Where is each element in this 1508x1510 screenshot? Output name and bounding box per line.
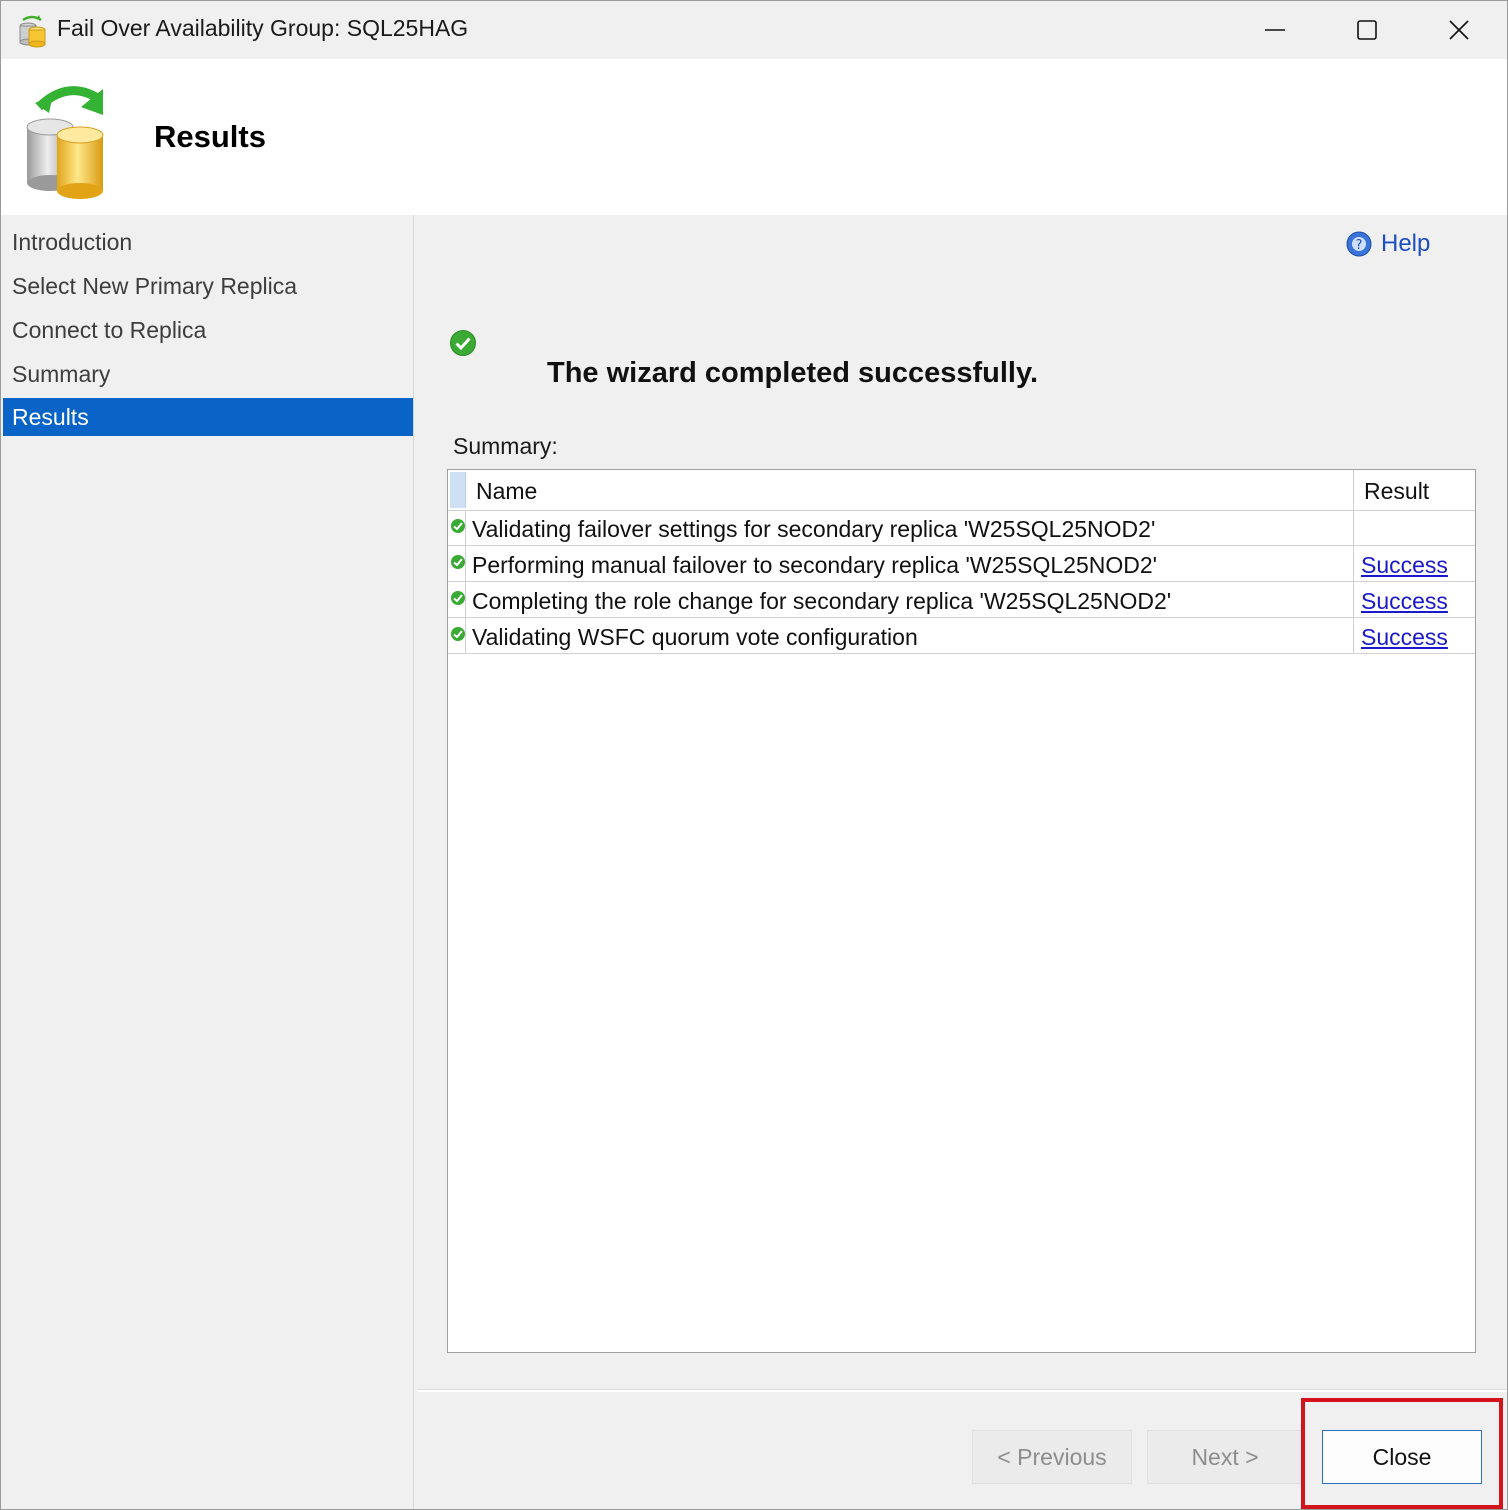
success-check-icon — [451, 555, 465, 569]
row-result-link[interactable] — [1353, 510, 1475, 546]
minimize-button[interactable] — [1229, 1, 1321, 59]
table-row: Completing the role change for secondary… — [448, 582, 1475, 618]
footer-divider — [417, 1389, 1507, 1392]
nav-item-select-new-primary-replica[interactable]: Select New Primary Replica — [3, 267, 413, 305]
row-separator — [465, 546, 466, 582]
table-row: Validating WSFC quorum vote configuratio… — [448, 618, 1475, 654]
help-icon: ? — [1346, 231, 1372, 257]
window-title: Fail Over Availability Group: SQL25HAG — [57, 15, 469, 41]
nav-item-introduction[interactable]: Introduction — [3, 223, 413, 261]
row-name: Performing manual failover to secondary … — [472, 552, 1158, 578]
nav-item-summary[interactable]: Summary — [3, 355, 413, 393]
minimize-icon — [1265, 29, 1285, 31]
results-grid: Name Result Validating failover settings… — [447, 469, 1476, 1353]
success-check-icon — [451, 519, 465, 533]
next-button[interactable]: Next > — [1147, 1430, 1303, 1484]
summary-label: Summary: — [453, 433, 558, 459]
row-name: Validating failover settings for seconda… — [472, 516, 1156, 542]
row-result-link[interactable]: Success — [1353, 582, 1475, 618]
wizard-nav: Introduction Select New Primary Replica … — [1, 215, 414, 1509]
previous-button[interactable]: < Previous — [972, 1430, 1132, 1484]
row-name: Validating WSFC quorum vote configuratio… — [472, 624, 918, 650]
completion-message: The wizard completed successfully. — [547, 357, 1039, 389]
grid-header: Name Result — [448, 470, 1475, 511]
row-result-link[interactable]: Success — [1353, 546, 1475, 582]
success-check-icon — [451, 591, 465, 605]
success-check-icon — [451, 627, 465, 641]
wizard-header: Results — [1, 59, 1507, 215]
wizard-window: Fail Over Availability Group: SQL25HAG R… — [0, 0, 1508, 1510]
help-label: Help — [1381, 230, 1431, 257]
help-link[interactable]: ? Help — [1345, 227, 1430, 261]
row-separator — [465, 582, 466, 618]
table-row: Performing manual failover to secondary … — [448, 546, 1475, 582]
maximize-icon — [1357, 20, 1377, 40]
row-separator — [465, 618, 466, 654]
row-result-link[interactable]: Success — [1353, 618, 1475, 654]
maximize-button[interactable] — [1321, 1, 1413, 59]
column-header-name[interactable]: Name — [476, 470, 537, 510]
close-icon — [1449, 20, 1469, 40]
success-check-icon — [450, 330, 476, 356]
column-header-result[interactable]: Result — [1353, 470, 1475, 510]
close-button[interactable]: Close — [1322, 1430, 1482, 1484]
nav-item-connect-to-replica[interactable]: Connect to Replica — [3, 311, 413, 349]
results-panel: ? Help The wizard completed successfully… — [417, 215, 1507, 1509]
close-window-button[interactable] — [1413, 1, 1505, 59]
database-failover-icon — [26, 86, 104, 199]
row-name: Completing the role change for secondary… — [472, 588, 1172, 614]
svg-text:?: ? — [1356, 238, 1363, 253]
title-bar: Fail Over Availability Group: SQL25HAG — [1, 1, 1507, 59]
row-separator — [465, 510, 466, 546]
table-row: Validating failover settings for seconda… — [448, 510, 1475, 546]
app-database-icon — [19, 15, 46, 48]
nav-item-results[interactable]: Results — [3, 398, 413, 436]
grid-corner-cell — [450, 472, 466, 508]
page-title: Results — [154, 119, 266, 154]
